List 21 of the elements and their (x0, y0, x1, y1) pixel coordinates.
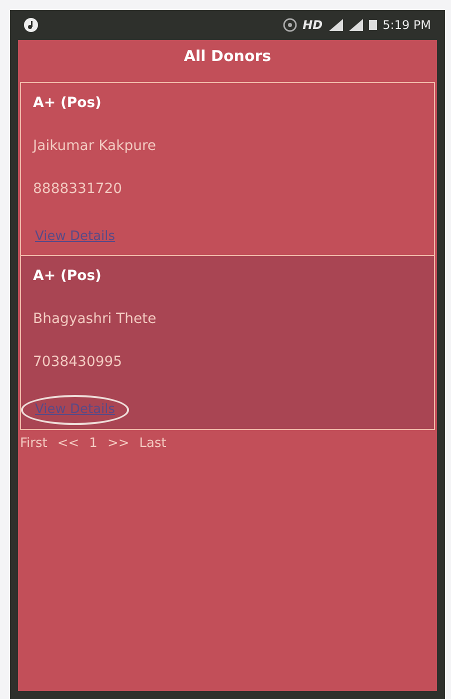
signal-icon (348, 19, 363, 31)
network-type: HD (302, 17, 323, 34)
pager-link[interactable]: << (57, 434, 80, 453)
pager-link[interactable]: 1 (89, 434, 98, 453)
hotspot-icon (282, 18, 297, 32)
donor-name: Jaikumar Kakpure (33, 138, 156, 154)
clock-time: 5:19 PM (382, 17, 431, 34)
battery-icon (368, 20, 377, 30)
blood-group: A+ (Pos) (33, 94, 102, 110)
phone-number: 7038430995 (33, 354, 122, 370)
music-icon (24, 18, 38, 32)
donor-name: Bhagyashri Thete (33, 311, 156, 327)
pager-link[interactable]: First (20, 434, 48, 453)
pager-link[interactable]: Last (139, 434, 166, 453)
donor-item[interactable]: A+ (Pos) Bhagyashri Thete 7038430995 View Details (21, 256, 434, 428)
phone-number: 8888331720 (33, 180, 122, 196)
signal-icon (328, 19, 343, 31)
view-details-link[interactable]: View Details (21, 222, 130, 251)
page-title: All Donors (182, 46, 272, 67)
blood-group: A+ (Pos) (33, 268, 102, 284)
pager-link[interactable]: >> (107, 434, 130, 453)
